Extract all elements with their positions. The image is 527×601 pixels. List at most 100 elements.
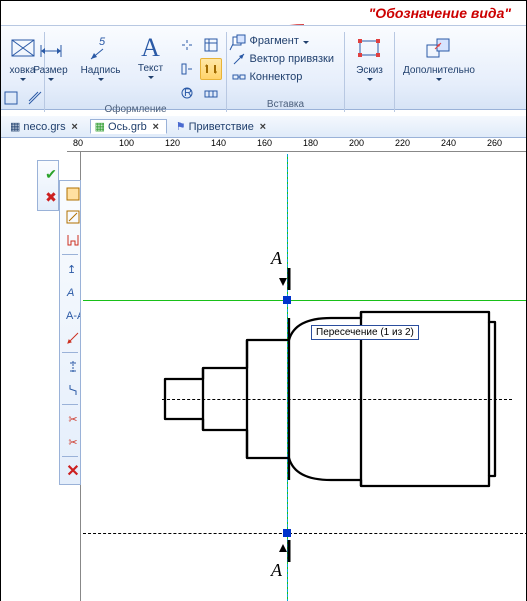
connector-label: Коннектор	[250, 71, 303, 83]
chevron-down-icon	[303, 41, 309, 44]
fragment-label: Фрагмент	[250, 35, 299, 47]
close-icon[interactable]: ×	[69, 121, 81, 133]
tab-welcome[interactable]: ⚑ Приветствие ×	[171, 119, 274, 134]
oform-btn-2[interactable]	[200, 34, 222, 56]
tool-2[interactable]	[62, 206, 84, 228]
group-oformlenie: Размер 5 Надпись A Текст	[45, 32, 227, 112]
svg-text:A-A: A-A	[66, 310, 80, 322]
separator	[62, 404, 78, 405]
ribbon: ховка Размер 5 Надпись	[1, 25, 526, 110]
nadpis-label: Надпись	[81, 65, 121, 76]
tab-neco-label: neco.grs	[23, 121, 65, 133]
tool-scissors[interactable]: ✂	[62, 408, 84, 430]
oform-btn-4[interactable]	[176, 58, 198, 80]
flag-icon: ⚑	[176, 120, 186, 133]
vector-button[interactable]: Вектор привязки	[229, 50, 343, 68]
group-dop: Дополнительно	[395, 32, 483, 112]
snap-tooltip: Пересечение (1 из 2)	[311, 325, 419, 340]
tools-toolbar: ↥ A A-A ✂ ✂ ✕	[59, 180, 81, 485]
svg-text:R: R	[184, 87, 192, 99]
tool-scissors2[interactable]: ✂	[62, 431, 84, 453]
snap-node-top[interactable]	[283, 296, 291, 304]
tool-6[interactable]: A-A	[62, 304, 84, 326]
tick: 200	[349, 138, 364, 148]
separator	[62, 456, 78, 457]
tick: 120	[165, 138, 180, 148]
eskiz-label: Эскиз	[356, 65, 383, 76]
annotation-label: "Обозначение вида"	[369, 5, 511, 21]
tool-7[interactable]	[62, 327, 84, 349]
snap-node-bottom[interactable]	[283, 529, 291, 537]
view-designation-button[interactable]	[200, 58, 222, 80]
connector-button[interactable]: Коннектор	[229, 68, 343, 86]
vector-label: Вектор привязки	[250, 53, 335, 65]
tab-welcome-label: Приветствие	[189, 121, 254, 133]
work-area: 80 100 120 140 160 180 200 220 240 260 ✔…	[1, 138, 526, 601]
close-icon[interactable]: ×	[150, 121, 162, 133]
eskiz-button[interactable]: Эскиз	[345, 32, 395, 87]
tekst-button[interactable]: A Текст	[126, 32, 176, 87]
separator	[62, 352, 78, 353]
chevron-down-icon	[436, 78, 442, 81]
tick: 160	[257, 138, 272, 148]
tick: 80	[73, 138, 83, 148]
tick: 260	[487, 138, 502, 148]
confirm-toolbar: ✔ ✖	[37, 160, 59, 211]
close-icon[interactable]: ×	[257, 121, 269, 133]
vector-icon	[232, 52, 246, 66]
chevron-down-icon	[148, 76, 154, 79]
dop-label: Дополнительно	[403, 65, 475, 76]
nadpis-button[interactable]: 5 Надпись	[76, 32, 126, 87]
tick: 220	[395, 138, 410, 148]
dop-button[interactable]: Дополнительно	[398, 32, 480, 87]
fragment-button[interactable]: Фрагмент	[229, 32, 343, 50]
khovka-sm1[interactable]	[0, 87, 22, 109]
svg-text:5: 5	[99, 36, 106, 48]
tick: 240	[441, 138, 456, 148]
tab-neco[interactable]: ▦ neco.grs ×	[5, 119, 86, 134]
sketch-icon	[356, 35, 384, 63]
tool-5[interactable]: A	[62, 281, 84, 303]
chevron-down-icon	[367, 78, 373, 81]
oform-btn-7[interactable]	[200, 82, 222, 104]
ruler-horizontal: 80 100 120 140 160 180 200 220 240 260	[67, 138, 526, 152]
tool-close[interactable]: ✕	[62, 460, 84, 482]
chevron-down-icon	[98, 78, 104, 81]
oform-btn-6[interactable]: R	[176, 82, 198, 104]
tick: 100	[119, 138, 134, 148]
tab-os-label: Ось.grb	[108, 121, 147, 133]
section-arrow-top	[279, 268, 293, 290]
tool-9[interactable]	[62, 379, 84, 401]
part-drawing	[83, 154, 523, 601]
chevron-down-icon	[48, 78, 54, 81]
tab-os[interactable]: ▦ Ось.grb ×	[90, 119, 167, 134]
separator	[62, 254, 78, 255]
svg-text:A: A	[66, 287, 74, 299]
group-eskiz: Эскиз	[345, 32, 395, 112]
oform-btn-1[interactable]	[176, 34, 198, 56]
tick: 140	[211, 138, 226, 148]
text-icon: A	[141, 35, 160, 61]
tool-3[interactable]	[62, 229, 84, 251]
fragment-icon	[232, 34, 246, 48]
additional-icon	[425, 35, 453, 63]
section-arrow-bottom	[279, 540, 293, 562]
tool-1[interactable]	[62, 183, 84, 205]
drawing-canvas[interactable]: A Пересечение (1 из 2) A	[83, 154, 526, 601]
tool-8[interactable]	[62, 356, 84, 378]
doc-icon: ▦	[10, 120, 20, 133]
razmer-label: Размер	[33, 65, 67, 76]
tekst-label: Текст	[138, 63, 163, 74]
section-letter-top: A	[271, 248, 282, 269]
dimension-icon	[37, 35, 65, 63]
tool-4[interactable]: ↥	[62, 258, 84, 280]
document-tab-bar: ▦ neco.grs × ▦ Ось.grb × ⚑ Приветствие ×	[1, 116, 526, 138]
group-vstavka: Фрагмент Вектор привязки Коннектор Встав…	[227, 32, 345, 112]
group-title-vstavka: Вставка	[267, 99, 304, 112]
svg-text:↥: ↥	[67, 264, 76, 276]
tick: 180	[303, 138, 318, 148]
doc-icon: ▦	[95, 120, 105, 133]
leader-icon: 5	[87, 35, 115, 63]
connector-icon	[232, 70, 246, 84]
razmer-button[interactable]: Размер	[26, 32, 76, 87]
